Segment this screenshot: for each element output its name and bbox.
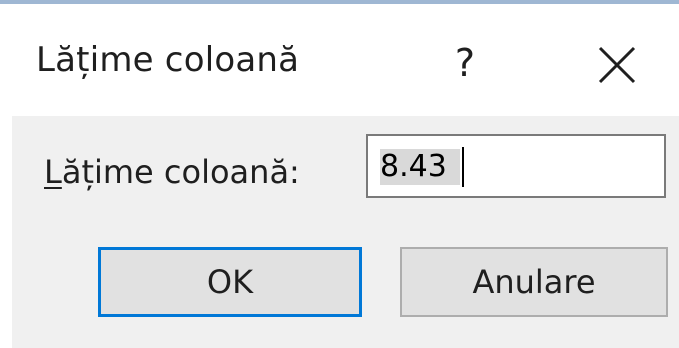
label-accelerator: L <box>44 153 62 191</box>
title-bar: Lățime coloană ? <box>12 4 679 116</box>
help-button[interactable]: ? <box>430 28 500 98</box>
window-frame-left <box>0 0 12 348</box>
dialog-body: Lățime coloană: 8.43 OK Anulare <box>12 116 679 348</box>
text-selection <box>380 149 460 185</box>
close-icon <box>598 46 636 84</box>
dialog-title: Lățime coloană <box>36 40 300 80</box>
ok-button[interactable]: OK <box>98 247 362 317</box>
cancel-button[interactable]: Anulare <box>400 247 668 317</box>
text-caret <box>462 147 464 187</box>
column-width-label: Lățime coloană: <box>44 153 300 191</box>
column-width-input[interactable]: 8.43 <box>366 134 666 198</box>
window-frame-top <box>0 0 679 4</box>
label-text: ățime coloană: <box>61 153 300 191</box>
close-button[interactable] <box>582 30 652 100</box>
